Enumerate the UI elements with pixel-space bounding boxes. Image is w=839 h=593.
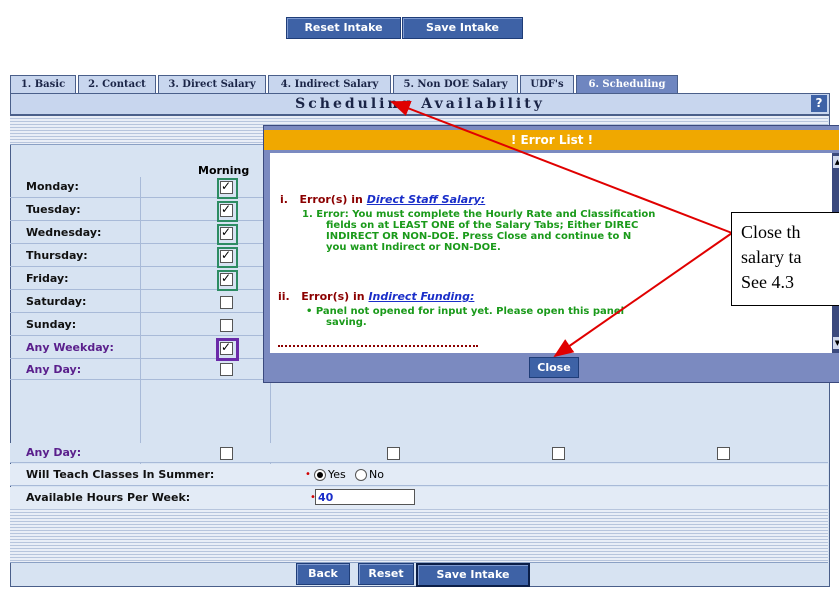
callout-line: Close th (741, 222, 801, 242)
annotation-arrows (390, 101, 733, 358)
annotation-callout: Close th salary ta See 4.3 (731, 212, 839, 306)
callout-line: salary ta (741, 247, 802, 267)
arrow-to-title (390, 101, 733, 234)
callout-line: See 4.3 (741, 272, 794, 292)
arrow-to-close (553, 232, 733, 358)
